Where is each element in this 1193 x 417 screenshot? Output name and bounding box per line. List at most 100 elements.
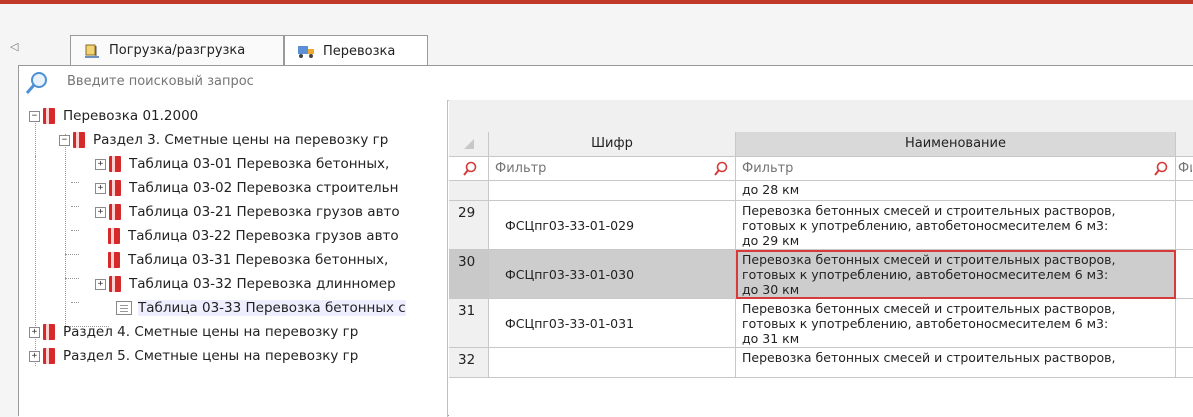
tab-strip: ◁ Погрузка/разгрузка Перевозка [0,30,1193,66]
tab-loading[interactable]: Погрузка/разгрузка [70,35,284,65]
row-number[interactable]: 31 [449,299,489,348]
tab-loading-label: Погрузка/разгрузка [109,43,246,58]
table-cell-name-focused[interactable]: Перевозка бетонных смесей и строительных… [736,250,1176,299]
tree-node-label: Раздел 3. Сметные цены на перевозку гр [93,132,389,148]
table-cell-next[interactable] [1176,348,1193,378]
row-number-partial[interactable] [449,181,489,201]
tree-node-table[interactable]: Таблица 03-22 Перевозка грузов авто [108,224,399,248]
table-cell-code[interactable]: ФСЦпг03-33-01-029 [489,201,736,250]
loading-icon [83,43,101,59]
tab-transport-label: Перевозка [323,43,396,59]
expand-icon[interactable]: + [95,278,106,290]
table-cell-name-partial[interactable]: Перевозка бетонных смесей и строительных… [736,348,1176,378]
tree-line [71,206,79,207]
tree-node-label: Таблица 03-21 Перевозка грузов авто [129,204,400,220]
document-icon [116,301,132,315]
table-cell-code[interactable]: ФСЦпг03-33-01-031 [489,299,736,348]
filter-search-icon[interactable] [1153,161,1169,177]
book-icon [43,324,55,340]
book-icon [108,228,120,244]
filter-search-icon[interactable] [462,161,478,177]
table-cell-next[interactable] [1176,250,1193,299]
search-icon [24,70,50,100]
name-line: до 30 км [742,282,800,297]
table-cell-name-partial[interactable]: до 28 км [736,181,1176,201]
tree-panel: − Перевозка 01.2000 − Раздел 3. Сметные … [19,100,448,417]
tree-node-table[interactable]: + Таблица 03-02 Перевозка строительн [95,176,398,200]
row-number-selected[interactable]: 30 [449,250,489,299]
row-number[interactable]: 32 [449,348,489,378]
tab-scroll-left-icon[interactable]: ◁ [10,40,18,53]
tree-line [65,134,66,336]
group-panel [449,100,1193,132]
book-icon [108,252,120,268]
tree-node-section-3[interactable]: − Раздел 3. Сметные цены на перевозку гр [59,128,388,152]
data-grid: Шифр Наименование до 28 км 29 ФСЦпг03-33… [449,100,1193,417]
window-accent-bar [0,0,1193,4]
tree-line [71,230,79,231]
tree-line [65,278,79,279]
expand-icon[interactable]: + [29,326,40,338]
tree-line [65,254,79,255]
book-icon [109,156,121,172]
column-header-name[interactable]: Наименование [736,132,1176,157]
collapse-icon[interactable]: − [29,110,40,122]
name-line: до 31 км [742,331,800,346]
book-icon [43,348,55,364]
tree-node-table[interactable]: Таблица 03-31 Перевозка бетонных, [108,248,388,272]
book-icon [43,108,55,124]
tree-node-section-4[interactable]: + Раздел 4. Сметные цены на перевозку гр [29,320,358,344]
table-cell-next[interactable] [1176,181,1193,201]
book-icon [73,132,85,148]
name-line: Перевозка бетонных смесей и строительных… [742,203,1116,218]
filter-cell-next [1176,157,1193,181]
row-number[interactable]: 29 [449,201,489,250]
column-header-code[interactable]: Шифр [489,132,736,157]
expand-icon[interactable]: + [29,350,40,362]
search-bar [19,66,1193,101]
book-icon [109,204,121,220]
filter-input-next[interactable] [1178,161,1192,176]
expand-icon[interactable]: + [95,182,106,194]
table-cell-code-partial[interactable] [489,181,736,201]
filter-input-name[interactable] [742,161,892,176]
tree-line [71,182,79,183]
filter-input-code[interactable] [495,161,645,176]
name-line: до 29 км [742,233,800,248]
filter-search-icon[interactable] [713,161,729,177]
content-panel: − Перевозка 01.2000 − Раздел 3. Сметные … [18,65,1193,417]
expand-icon[interactable]: + [95,206,106,218]
filter-cell-name [736,157,1176,181]
truck-icon [297,43,315,59]
name-line: готовых к употреблению, автобетоносмесит… [742,267,1109,282]
table-cell-code-partial[interactable] [489,348,736,378]
tree-node-root[interactable]: − Перевозка 01.2000 [29,104,198,128]
table-cell-next[interactable] [1176,201,1193,250]
tree-node-table-selected[interactable]: Таблица 03-33 Перевозка бетонных с [116,296,406,320]
filter-row-indicator [449,157,489,181]
tree-node-label: Раздел 4. Сметные цены на перевозку гр [63,324,359,340]
tab-transport[interactable]: Перевозка [284,35,428,66]
name-line: Перевозка бетонных смесей и строительных… [742,301,1116,316]
expand-icon[interactable]: + [95,158,106,170]
tree-node-section-5[interactable]: + Раздел 5. Сметные цены на перевозку гр [29,344,358,368]
tree-node-label: Перевозка 01.2000 [63,108,199,124]
row-indicator-header [449,132,489,157]
name-line: готовых к употреблению, автобетоносмесит… [742,316,1109,331]
table-cell-name[interactable]: Перевозка бетонных смесей и строительных… [736,201,1176,250]
table-cell-next[interactable] [1176,299,1193,348]
table-cell-code-selected[interactable]: ФСЦпг03-33-01-030 [489,250,736,299]
collapse-icon[interactable]: − [59,134,70,146]
tree-node-label: Раздел 5. Сметные цены на перевозку гр [63,348,359,364]
table-cell-name[interactable]: Перевозка бетонных смесей и строительных… [736,299,1176,348]
tree-node-table[interactable]: + Таблица 03-32 Перевозка длинномер [95,272,396,296]
book-icon [109,180,121,196]
tree-node-label: Таблица 03-33 Перевозка бетонных с [138,300,406,316]
tree-node-table[interactable]: + Таблица 03-21 Перевозка грузов авто [95,200,400,224]
column-header-next[interactable] [1176,132,1193,157]
tree-node-label: Таблица 03-22 Перевозка грузов авто [128,228,399,244]
tree-node-table[interactable]: + Таблица 03-01 Перевозка бетонных, [95,152,389,176]
name-line: Перевозка бетонных смесей и строительных… [742,252,1116,267]
search-input[interactable] [67,74,667,89]
tree-node-label: Таблица 03-02 Перевозка строительн [129,180,399,196]
